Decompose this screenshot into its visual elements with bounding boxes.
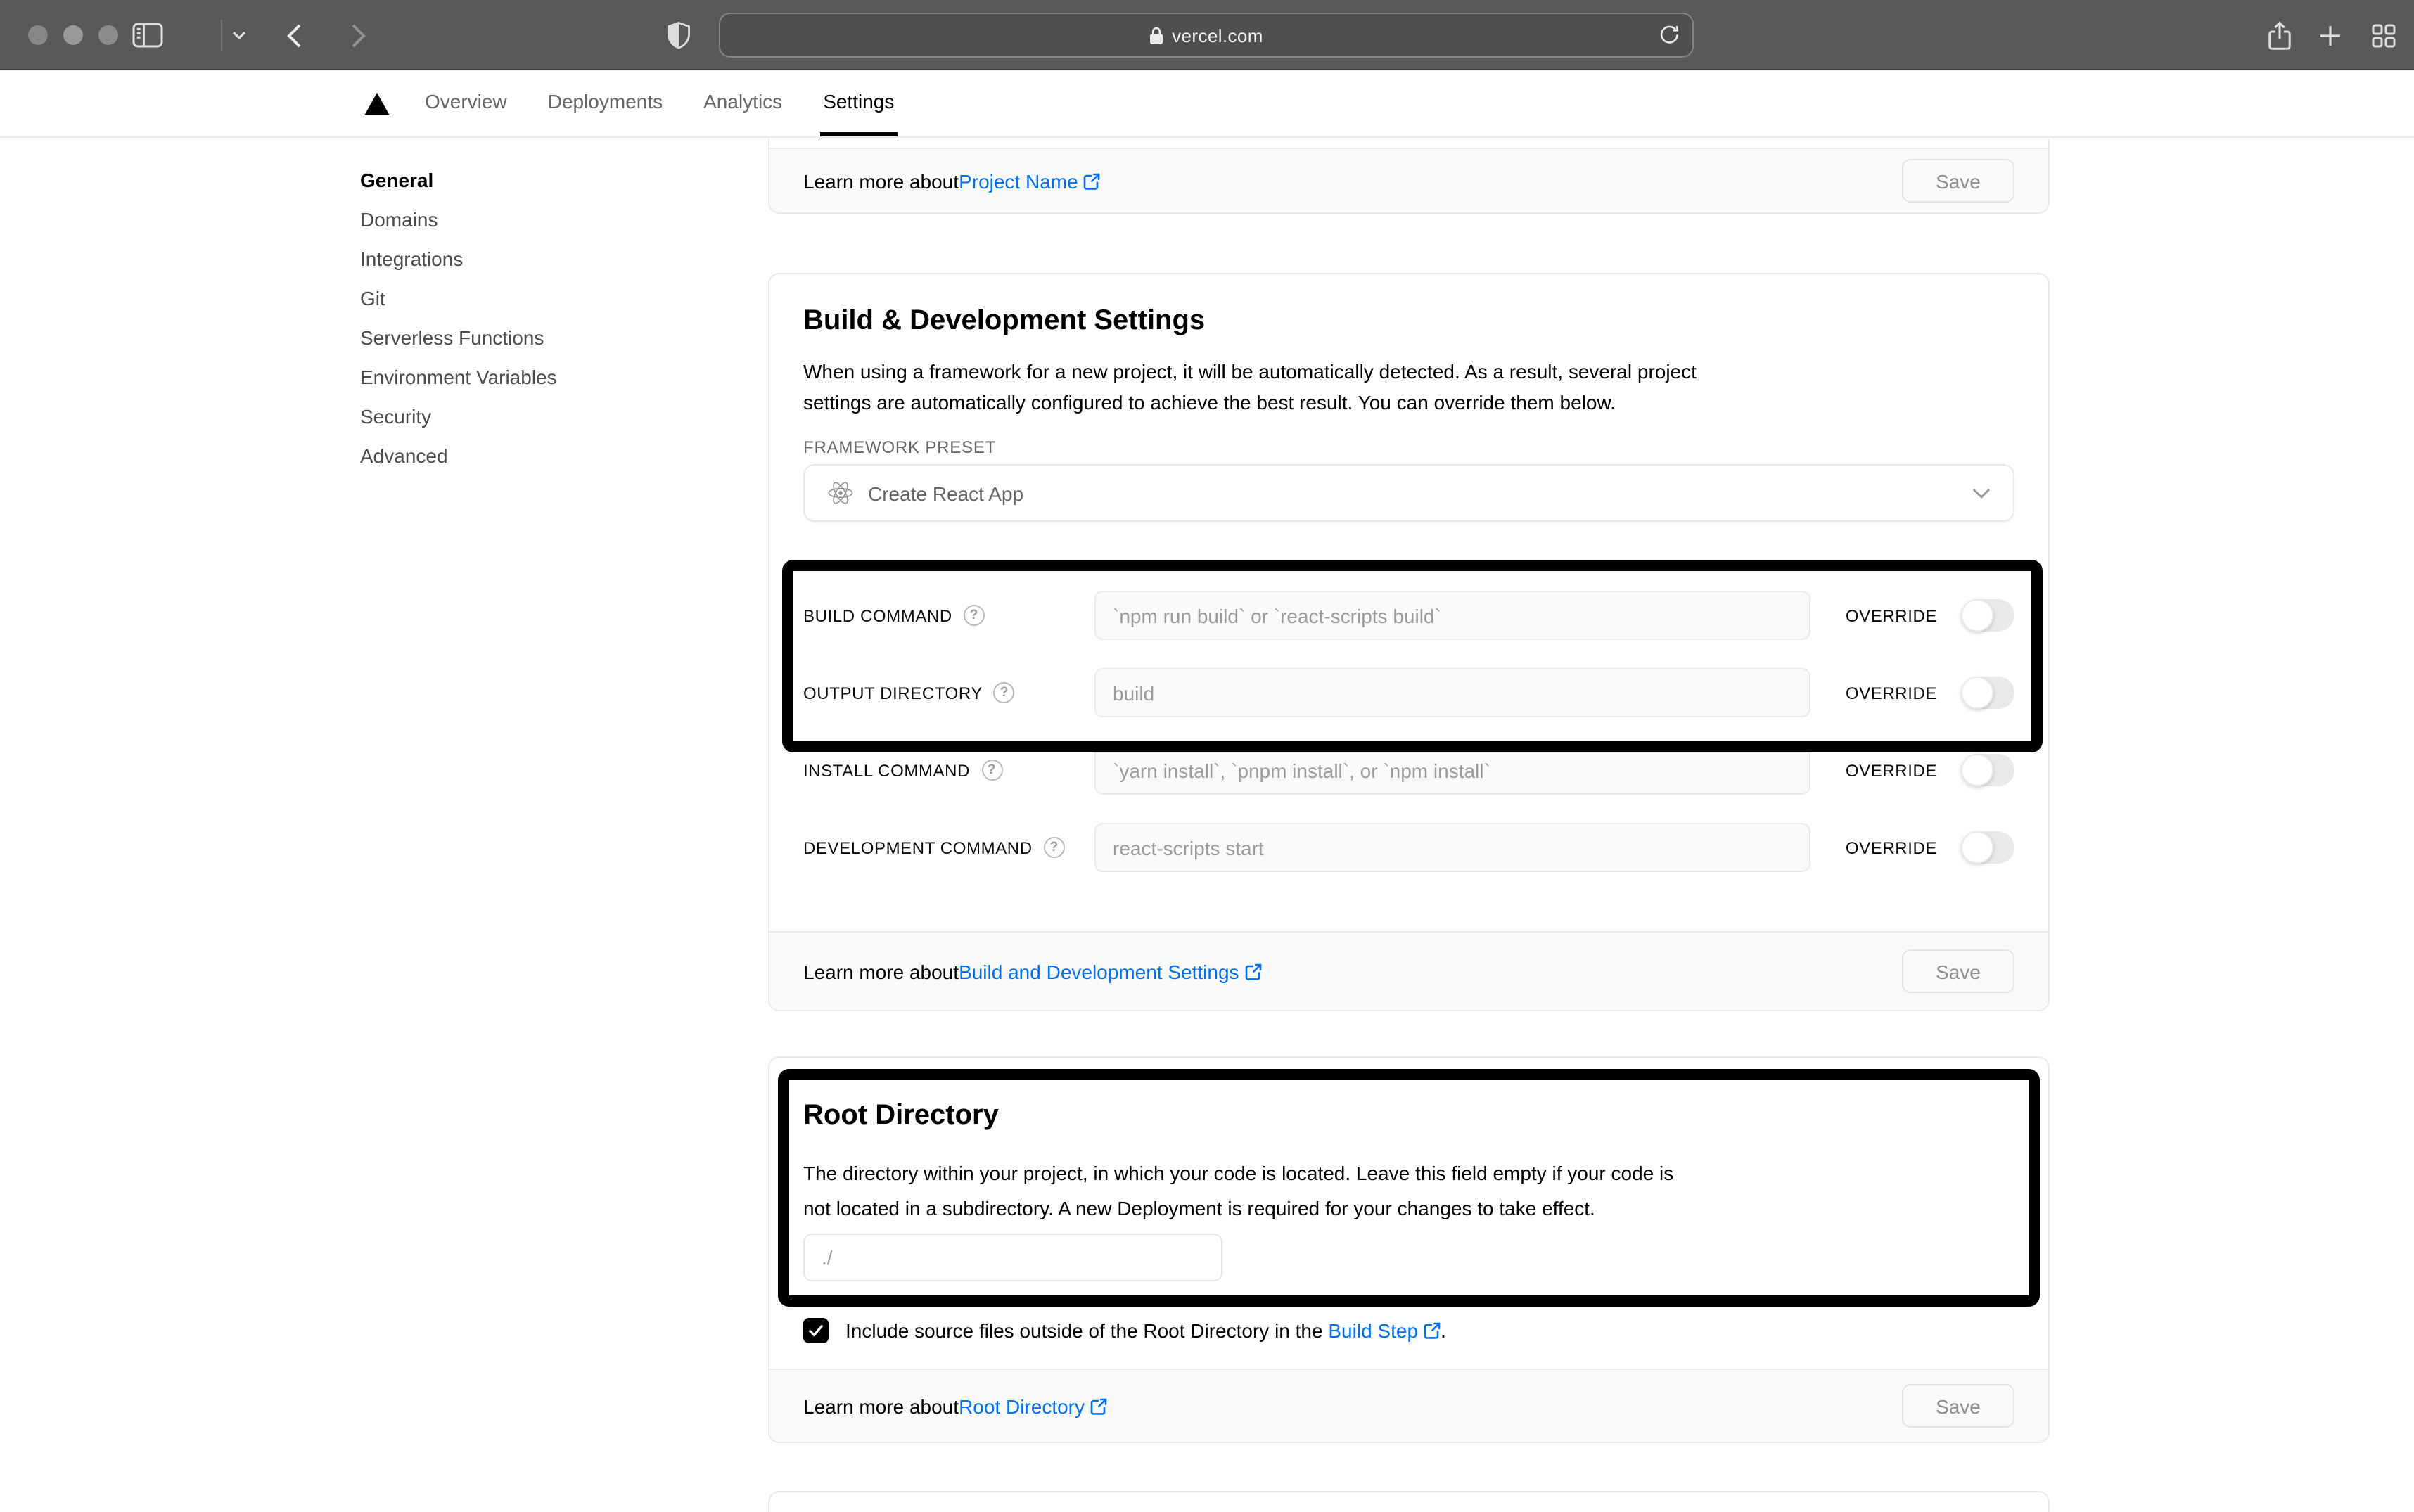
sidebar-item-general[interactable]: General bbox=[360, 160, 712, 200]
back-button-icon[interactable] bbox=[283, 0, 305, 70]
install-command-row: INSTALL COMMAND ? OVERRIDE bbox=[803, 745, 2014, 795]
sidebar-item-git[interactable]: Git bbox=[360, 278, 712, 318]
build-settings-card-footer: Learn more about Build and Development S… bbox=[769, 931, 2048, 1010]
sidebar-chevron-down-icon[interactable] bbox=[229, 0, 249, 70]
output-directory-label: OUTPUT DIRECTORY bbox=[803, 683, 983, 703]
learn-more-text: Learn more about bbox=[803, 1395, 959, 1417]
learn-more-text: Learn more about bbox=[803, 169, 959, 192]
next-card-partial bbox=[768, 1491, 2050, 1512]
development-command-input[interactable] bbox=[1094, 823, 1810, 872]
project-name-card: Learn more about Project Name Save bbox=[768, 139, 2050, 214]
override-toggle[interactable] bbox=[1961, 599, 2014, 632]
forward-button-icon[interactable] bbox=[347, 0, 370, 70]
sidebar-toggle-icon[interactable] bbox=[129, 0, 166, 70]
save-button[interactable]: Save bbox=[1902, 949, 2014, 993]
card-title: Build & Development Settings bbox=[803, 305, 1206, 336]
card-description: The directory within your project, in wh… bbox=[803, 1162, 1674, 1219]
build-step-link[interactable]: Build Step bbox=[1328, 1319, 1441, 1342]
privacy-shield-icon[interactable] bbox=[664, 0, 692, 70]
sidebar-item-domains[interactable]: Domains bbox=[360, 200, 712, 239]
sidebar-item-integrations[interactable]: Integrations bbox=[360, 239, 712, 278]
tab-deployments[interactable]: Deployments bbox=[545, 70, 665, 136]
root-directory-input[interactable] bbox=[803, 1234, 1222, 1281]
tab-overview[interactable]: Overview bbox=[422, 70, 510, 136]
reload-icon[interactable] bbox=[1659, 24, 1680, 51]
root-directory-card: Root Directory The directory within your… bbox=[768, 1056, 2050, 1443]
help-icon[interactable]: ? bbox=[993, 682, 1015, 703]
share-icon[interactable] bbox=[2265, 0, 2293, 70]
address-bar[interactable]: vercel.com bbox=[719, 13, 1694, 58]
build-command-label: BUILD COMMAND bbox=[803, 606, 952, 625]
checkbox-label: Include source files outside of the Root… bbox=[845, 1319, 1446, 1342]
override-label: OVERRIDE bbox=[1845, 760, 1937, 780]
help-icon[interactable]: ? bbox=[981, 760, 1003, 781]
install-command-label: INSTALL COMMAND bbox=[803, 760, 971, 780]
settings-sidebar: General Domains Integrations Git Serverl… bbox=[360, 160, 712, 475]
output-directory-input[interactable] bbox=[1094, 668, 1810, 717]
project-name-link[interactable]: Project Name bbox=[959, 169, 1101, 192]
build-command-input[interactable] bbox=[1094, 591, 1810, 640]
lock-icon bbox=[1150, 26, 1163, 44]
react-icon bbox=[828, 482, 853, 504]
framework-preset-value: Create React App bbox=[868, 482, 1024, 504]
override-label: OVERRIDE bbox=[1845, 838, 1937, 857]
build-command-row: BUILD COMMAND ? OVERRIDE bbox=[803, 591, 2014, 640]
framework-preset-select[interactable]: Create React App bbox=[803, 464, 2014, 522]
root-directory-card-footer: Learn more about Root Directory Save bbox=[769, 1369, 2048, 1442]
project-name-card-footer: Learn more about Project Name Save bbox=[769, 148, 2048, 212]
card-title: Root Directory bbox=[803, 1100, 999, 1131]
sidebar-item-advanced[interactable]: Advanced bbox=[360, 436, 712, 475]
vercel-logo-icon[interactable] bbox=[364, 92, 390, 115]
window-close-button[interactable] bbox=[28, 25, 48, 45]
output-directory-row: OUTPUT DIRECTORY ? OVERRIDE bbox=[803, 668, 2014, 717]
external-link-icon bbox=[1424, 1322, 1441, 1339]
external-link-icon bbox=[1245, 963, 1261, 980]
override-label: OVERRIDE bbox=[1845, 683, 1937, 703]
learn-more-text: Learn more about bbox=[803, 960, 959, 982]
root-directory-link[interactable]: Root Directory bbox=[959, 1395, 1107, 1417]
sidebar-item-serverless-functions[interactable]: Serverless Functions bbox=[360, 318, 712, 357]
window-zoom-button[interactable] bbox=[98, 25, 118, 45]
override-toggle[interactable] bbox=[1961, 754, 2014, 786]
sidebar-item-environment-variables[interactable]: Environment Variables bbox=[360, 357, 712, 397]
sidebar-item-security[interactable]: Security bbox=[360, 397, 712, 436]
development-command-row: DEVELOPMENT COMMAND ? OVERRIDE bbox=[803, 823, 2014, 872]
save-button[interactable]: Save bbox=[1902, 159, 2014, 203]
save-button[interactable]: Save bbox=[1902, 1384, 2014, 1428]
checkbox-checked-icon[interactable] bbox=[803, 1318, 829, 1343]
project-nav: Overview Deployments Analytics Settings bbox=[0, 70, 2414, 138]
help-icon[interactable]: ? bbox=[963, 605, 985, 626]
card-description: When using a framework for a new project… bbox=[803, 360, 1697, 414]
override-label: OVERRIDE bbox=[1845, 606, 1937, 625]
tab-analytics[interactable]: Analytics bbox=[701, 70, 785, 136]
window-minimize-button[interactable] bbox=[63, 25, 83, 45]
toolbar-divider bbox=[221, 20, 222, 51]
override-toggle[interactable] bbox=[1961, 677, 2014, 709]
browser-toolbar: vercel.com bbox=[0, 0, 2414, 70]
external-link-icon bbox=[1090, 1397, 1107, 1414]
override-toggle[interactable] bbox=[1961, 831, 2014, 864]
build-settings-card: Build & Development Settings When using … bbox=[768, 273, 2050, 1011]
build-settings-link[interactable]: Build and Development Settings bbox=[959, 960, 1261, 982]
tab-settings[interactable]: Settings bbox=[820, 70, 898, 136]
chevron-down-icon bbox=[1972, 487, 1991, 499]
tab-overview-icon[interactable] bbox=[2369, 0, 2397, 70]
settings-content: Learn more about Project Name Save Build… bbox=[768, 138, 2050, 1512]
install-command-input[interactable] bbox=[1094, 745, 1810, 795]
url-text: vercel.com bbox=[1172, 25, 1263, 46]
include-source-files-row: Include source files outside of the Root… bbox=[803, 1318, 2014, 1343]
development-command-label: DEVELOPMENT COMMAND bbox=[803, 838, 1033, 857]
external-link-icon bbox=[1084, 172, 1100, 189]
help-icon[interactable]: ? bbox=[1043, 837, 1065, 858]
screen: vercel.com Overview Deployments Analytic… bbox=[0, 0, 2414, 1512]
new-tab-icon[interactable] bbox=[2317, 0, 2342, 70]
framework-preset-label: FRAMEWORK PRESET bbox=[803, 437, 997, 457]
